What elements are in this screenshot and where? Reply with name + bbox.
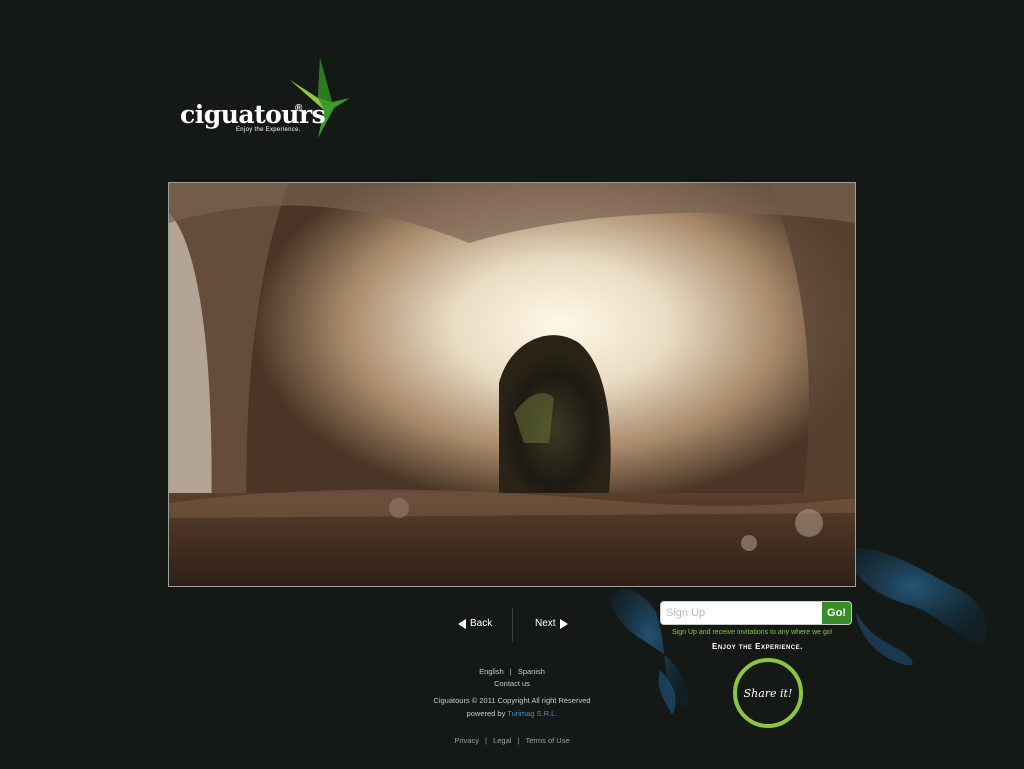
turimag-link[interactable]: Turimag S.R.L. <box>507 709 557 718</box>
nav-divider <box>512 608 513 642</box>
arrow-left-icon <box>458 618 466 629</box>
hero-photo <box>168 182 856 587</box>
next-button[interactable]: Next <box>535 618 568 629</box>
share-button[interactable]: Share it! <box>733 658 803 728</box>
legal-separator: | <box>517 736 520 745</box>
lang-separator: | <box>509 667 512 676</box>
signup-hint: Sign Up and receive invitations to any w… <box>672 629 833 636</box>
next-label: Next <box>535 618 556 629</box>
back-button[interactable]: Back <box>458 618 492 629</box>
lang-spanish-link[interactable]: Spanish <box>518 667 545 676</box>
contact-link[interactable]: Contact us <box>494 679 530 688</box>
arrow-right-icon <box>559 618 568 629</box>
legal-separator: | <box>485 736 487 745</box>
registered-mark: ® <box>295 103 303 114</box>
brand-logo[interactable]: ciguatours ® Enjoy the Experience. <box>180 58 355 140</box>
signup-form: Go! <box>660 601 852 625</box>
logo-tagline: Enjoy the Experience. <box>236 127 301 133</box>
enjoy-slogan: Enjoy the Experience. <box>712 642 803 651</box>
cave-photo <box>169 183 855 586</box>
legal-links: Privacy | Legal | Terms of Use <box>0 736 1024 745</box>
share-label: Share it! <box>743 686 793 700</box>
terms-link[interactable]: Terms of Use <box>525 736 569 745</box>
legal-link[interactable]: Legal <box>493 736 511 745</box>
back-label: Back <box>470 618 493 629</box>
go-button[interactable]: Go! <box>822 602 851 624</box>
language-switcher: English | Spanish <box>0 667 1024 676</box>
copyright-text: Ciguatours © 2011 Copyright All right Re… <box>433 696 591 705</box>
powered-by: powered by Turimag S.R.L. <box>0 709 1024 718</box>
powered-prefix: powered by <box>466 709 506 718</box>
privacy-link[interactable]: Privacy <box>454 736 479 745</box>
logo-wordmark: ciguatours <box>180 100 326 129</box>
lang-english-link[interactable]: English <box>479 667 504 676</box>
contact-row: Contact us <box>0 679 1024 688</box>
signup-email-field[interactable] <box>661 602 823 624</box>
